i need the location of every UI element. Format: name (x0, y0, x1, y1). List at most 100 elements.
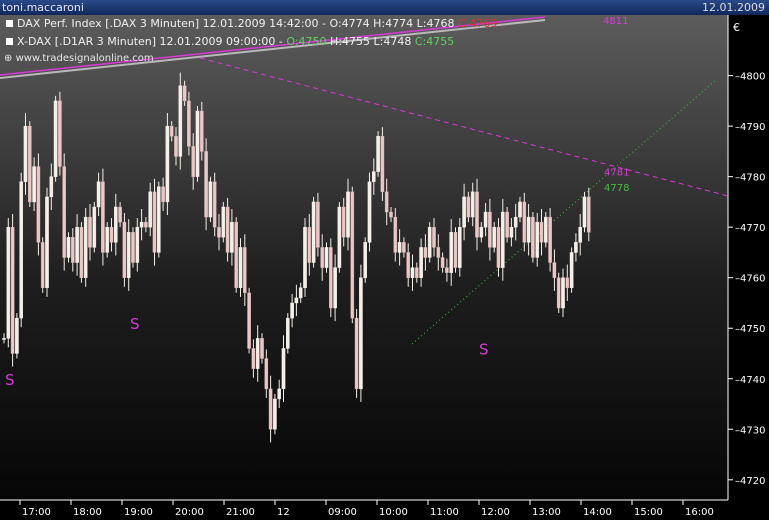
price-tick-label: –4760 (735, 274, 765, 285)
candle-body (393, 216, 398, 253)
candle-body (40, 242, 45, 289)
candle-body (126, 232, 131, 278)
candle-body (384, 191, 389, 213)
candle-body (2, 338, 6, 340)
candle-body (165, 125, 170, 203)
candle-body (105, 226, 109, 253)
candle-body (453, 232, 458, 268)
candle-body (496, 226, 501, 268)
candle-body (15, 317, 19, 354)
price-tick-label: –4750 (735, 324, 765, 335)
candle-body (268, 388, 273, 430)
candle-body (307, 226, 312, 263)
candle-body (178, 85, 183, 157)
time-tick-label: 13:00 (532, 507, 561, 518)
candle-body (440, 257, 445, 268)
candle-body (432, 226, 436, 248)
candle-body (522, 201, 527, 243)
candle-body (565, 277, 570, 289)
candle-body (79, 226, 84, 278)
candle-body (290, 302, 294, 319)
candle-body (152, 191, 157, 253)
candle-body (341, 206, 346, 238)
candle-body (32, 166, 36, 203)
candle-body (208, 181, 213, 218)
candle-body (423, 247, 428, 258)
time-tick-label: 11:00 (430, 507, 459, 518)
candle-body (75, 226, 79, 263)
legend-dax-open: O:4774 (329, 17, 370, 30)
candle-body (92, 206, 97, 248)
candle-body (574, 242, 578, 253)
candle-body (354, 317, 359, 390)
candle-body (569, 252, 574, 289)
support-level-label: 4778 (604, 183, 629, 194)
candle-body (230, 221, 234, 253)
candle-body (135, 226, 140, 263)
candle-body (83, 216, 88, 278)
candle-body (204, 151, 208, 218)
legend-dax-close: C:4769 (454, 17, 498, 30)
candle-body (492, 226, 497, 248)
candles (2, 72, 591, 443)
candle-body (363, 242, 368, 278)
candle-body (195, 110, 200, 177)
globe-icon: ⊕ (4, 53, 13, 64)
price-tick-label: –4770 (735, 223, 765, 234)
candle-body (561, 277, 565, 309)
price-tick-label: –4800 (735, 72, 765, 83)
candle-body (191, 146, 196, 177)
candle-body (234, 221, 239, 289)
candle-body (436, 247, 441, 258)
candle-body (62, 166, 66, 258)
candle-body (101, 181, 105, 253)
candle-body (58, 100, 62, 167)
legend-dax[interactable]: DAX Perf. Index [.DAX 3 Minuten] 12.01.2… (6, 17, 497, 31)
candle-body (376, 136, 380, 172)
candle-body (419, 247, 423, 278)
candlestick-chart[interactable]: € –4720 –4730 –4740 –4750 –4760 –4770 –4780 –479… (0, 0, 769, 520)
legend-xdax-label: X-DAX [.D1AR 3 Minuten] 12.01.2009 09:00… (17, 35, 287, 48)
candle-body (578, 226, 582, 243)
watermark: ⊕ www.tradesignalonline.com (4, 53, 154, 64)
candle-body (298, 287, 303, 299)
candle-body (320, 247, 325, 268)
time-tick-label: 16:00 (685, 507, 714, 518)
candle-body (406, 252, 411, 278)
price-tick-label: –4740 (735, 375, 765, 386)
candle-body (286, 317, 290, 349)
candle-body (247, 292, 251, 349)
candle-body (518, 201, 522, 218)
candle-body (402, 242, 406, 253)
candle-body (531, 216, 535, 258)
legend-xdax-low: L:4748 (370, 35, 412, 48)
legend-xdax-open: O:4750 (286, 35, 327, 48)
legend-dax-label: DAX Perf. Index [.DAX 3 Minuten] 12.01.2… (17, 17, 330, 30)
candle-body (19, 181, 24, 319)
candle-body (587, 196, 591, 233)
candle-body (96, 181, 101, 208)
candle-body (367, 181, 372, 243)
candle-body (217, 226, 221, 238)
legend-dax-low: L:4768 (413, 17, 455, 30)
candle-body (70, 237, 75, 263)
time-tick-label: 10:00 (379, 507, 408, 518)
legend-xdax-close: C:4755 (411, 35, 455, 48)
candle-body (169, 125, 174, 137)
price-tick-label: –4790 (735, 122, 765, 133)
candle-body (10, 226, 15, 354)
candle-body (311, 201, 316, 263)
candle-body (221, 206, 226, 238)
candle-body (488, 211, 492, 248)
candle-body (144, 221, 148, 228)
candle-body (380, 136, 385, 193)
legend-xdax[interactable]: X-DAX [.D1AR 3 Minuten] 12.01.2009 09:00… (6, 35, 454, 49)
candle-body (501, 211, 505, 268)
candle-body (535, 221, 539, 258)
time-tick-label: 12:00 (481, 507, 510, 518)
candle-body (49, 176, 54, 198)
candle-body (118, 206, 122, 223)
resistance-line (199, 57, 729, 197)
trend-lines (0, 16, 729, 345)
candle-body (445, 267, 449, 273)
